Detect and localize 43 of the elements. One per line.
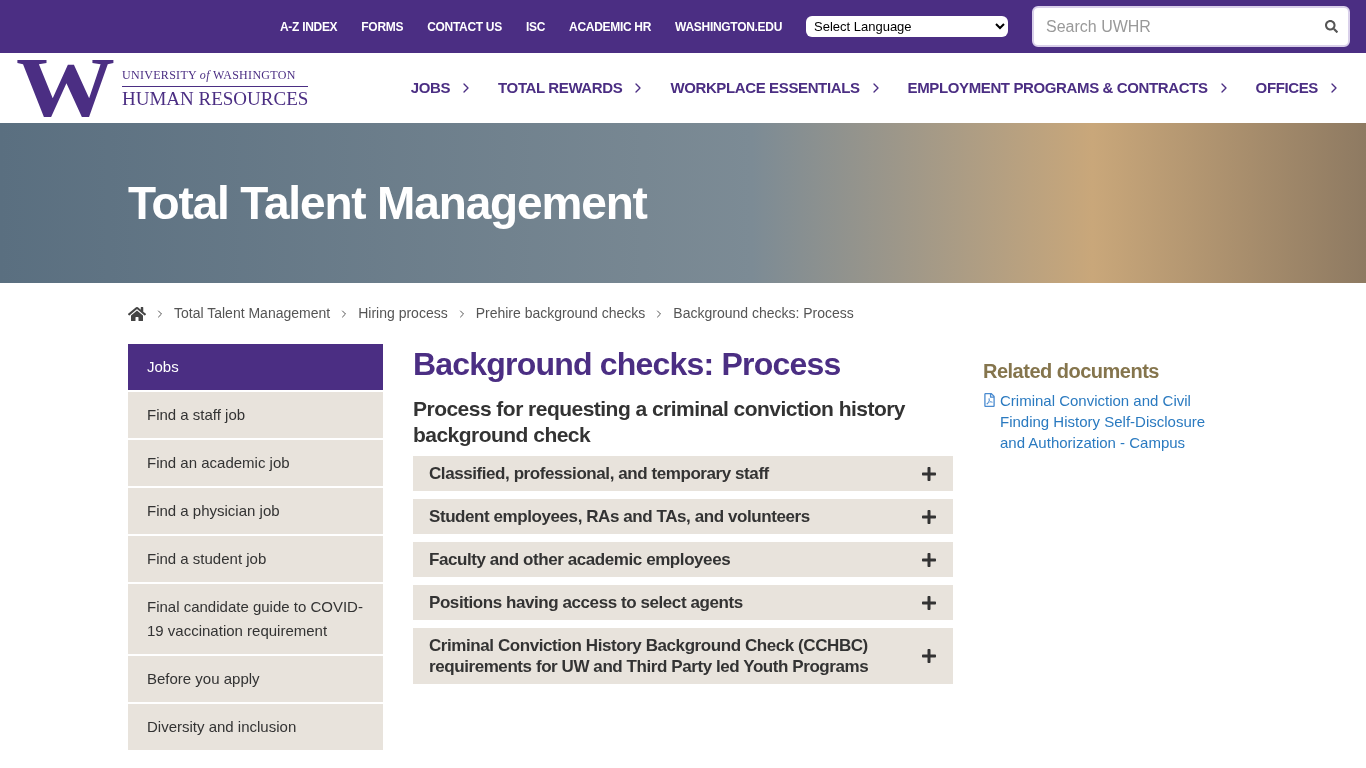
search-field[interactable]: Search UWHR bbox=[1032, 6, 1350, 47]
plus-icon bbox=[921, 551, 937, 568]
accordion-toggle[interactable]: Positions having access to select agents bbox=[413, 585, 953, 620]
page-title: Background checks: Process bbox=[413, 345, 842, 384]
breadcrumb-link[interactable]: Hiring process bbox=[358, 303, 448, 324]
breadcrumb-link[interactable]: Background checks: Process bbox=[673, 303, 854, 324]
plus-icon bbox=[921, 508, 937, 525]
sidebar-item[interactable]: Find a physician job bbox=[128, 488, 383, 534]
nav-link[interactable]: TOTAL REWARDS bbox=[498, 76, 647, 100]
home-icon[interactable] bbox=[128, 304, 146, 323]
sidebar-item[interactable]: Find a student job bbox=[128, 536, 383, 582]
plus-icon bbox=[921, 465, 937, 482]
utility-link[interactable]: A-Z INDEX bbox=[280, 17, 338, 36]
utility-link[interactable]: CONTACT US bbox=[427, 17, 502, 36]
accordion-toggle[interactable]: Student employees, RAs and TAs, and volunteers bbox=[413, 499, 953, 534]
utility-link[interactable]: ACADEMIC HR bbox=[569, 17, 652, 36]
nav-link[interactable]: WORKPLACE ESSENTIALS bbox=[670, 76, 884, 100]
utility-link[interactable]: ISC bbox=[525, 17, 546, 36]
plus-icon bbox=[921, 648, 937, 664]
search-icon[interactable] bbox=[1325, 20, 1338, 33]
sidebar-item[interactable]: Before you apply bbox=[128, 656, 383, 702]
accordion-toggle[interactable]: Classified, professional, and temporary staff bbox=[413, 456, 953, 491]
document-link[interactable]: Criminal Conviction and Civil Finding History Self-Disclosure and Authorization - Campus bbox=[1000, 390, 1233, 453]
sidebar-item[interactable]: Jobs bbox=[128, 344, 383, 390]
language-select[interactable]: Select Language bbox=[806, 16, 1008, 37]
pdf-icon bbox=[983, 393, 996, 407]
breadcrumb-link[interactable]: Total Talent Management bbox=[174, 303, 331, 324]
nav-link[interactable]: OFFICES bbox=[1255, 76, 1342, 100]
sidebar-item[interactable]: Diversity and inclusion bbox=[128, 704, 383, 750]
accordion-toggle[interactable]: Criminal Conviction History Background Check (CCHBC) requirements for UW and Third Party led Youth Programs bbox=[413, 628, 953, 684]
utility-link[interactable]: WASHINGTON.EDU bbox=[675, 17, 782, 36]
sidebar-item[interactable]: Final candidate guide to COVID-19 vaccination requirement bbox=[128, 584, 383, 654]
breadcrumb-link[interactable]: Prehire background checks bbox=[475, 303, 646, 324]
sidebar-item[interactable]: Find an academic job bbox=[128, 440, 383, 486]
accordion-toggle[interactable]: Faculty and other academic employees bbox=[413, 542, 953, 577]
plus-icon bbox=[921, 594, 937, 611]
sidebar-item[interactable]: Find a staff job bbox=[128, 392, 383, 438]
hero-title: Total Talent Management bbox=[128, 175, 647, 231]
utility-link[interactable]: FORMS bbox=[361, 17, 404, 36]
nav-link[interactable]: EMPLOYMENT PROGRAMS & CONTRACTS bbox=[907, 76, 1232, 100]
related-heading: Related documents bbox=[983, 359, 1160, 384]
nav-link[interactable]: JOBS bbox=[410, 76, 475, 100]
section-heading: Process for requesting a criminal conviction history background check bbox=[413, 396, 906, 448]
